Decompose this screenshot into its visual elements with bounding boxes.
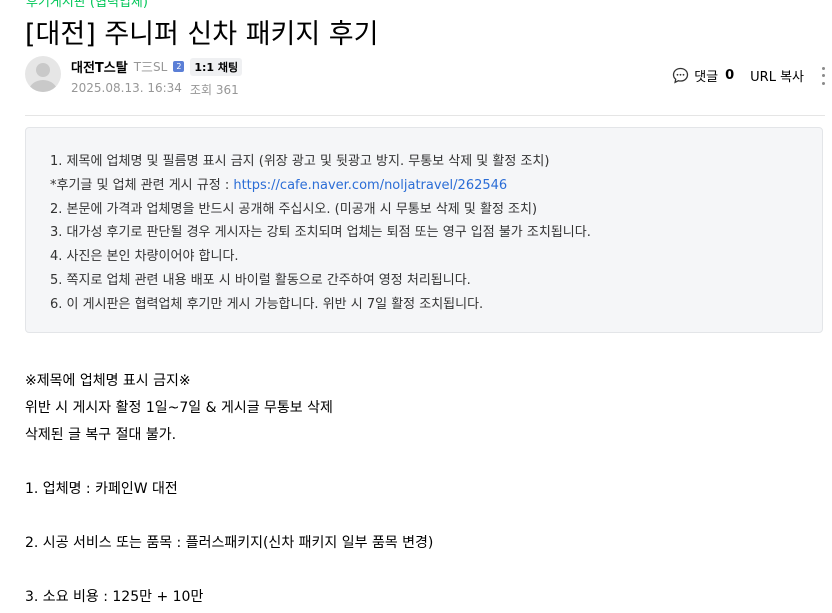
warning-title: ※제목에 업체명 표시 금지※ xyxy=(25,373,191,389)
notice-line: 3. 대가성 후기로 판단될 경우 게시자는 강퇴 조치되며 업체는 퇴점 또는… xyxy=(50,225,591,240)
notice-line: 5. 쪽지로 업체 관련 내용 배포 시 바이럴 활동으로 간주하여 영정 처리… xyxy=(50,273,471,288)
comment-icon xyxy=(673,67,689,84)
body-item-cost: 3. 소요 비용 : 125만 + 10만 xyxy=(25,589,204,605)
post-actions: 댓글 0 URL 복사 xyxy=(672,66,832,85)
comment-count: 0 xyxy=(725,68,735,83)
notice-line: 6. 이 게시판은 협력업체 후기만 게시 가능합니다. 위반 시 7일 활정 … xyxy=(50,297,484,312)
post-date: 2025.08.13. 16:34 xyxy=(71,81,182,95)
view-count: 조회 361 xyxy=(189,83,239,97)
url-copy-button[interactable]: URL 복사 xyxy=(750,66,804,85)
grade-badge-icon: 2 xyxy=(173,61,185,72)
warning-text: 삭제된 글 복구 절대 불가. xyxy=(25,427,177,443)
chat-button[interactable]: 1:1 채팅 xyxy=(190,57,243,76)
author-nickname[interactable]: 대전T스탈 xyxy=(71,57,128,76)
notice-box: 1. 제목에 업체명 및 필름명 표시 금지 (위장 광고 및 뒷광고 방지. … xyxy=(25,127,823,333)
warning-text: 위반 시 게시자 활정 1일~7일 & 게시글 무통보 삭제 xyxy=(25,400,333,416)
avatar[interactable] xyxy=(25,56,61,92)
author-info: 대전T스탈 T三SL 2 1:1 채팅 xyxy=(71,57,243,76)
notice-line-link-row: *후기글 및 업체 관련 게시 규정 : https://cafe.naver.… xyxy=(50,174,507,193)
member-grade: T三SL xyxy=(133,60,168,74)
more-options-icon[interactable] xyxy=(818,66,832,85)
board-link[interactable]: 후기게시판 (협력업체) xyxy=(26,0,148,10)
notice-line: 2. 본문에 가격과 업체명을 반드시 공개해 주십시오. (미공개 시 무통보… xyxy=(50,202,538,217)
post-title: [대전] 주니퍼 신차 패키지 후기 xyxy=(25,19,379,50)
notice-link-prefix: *후기글 및 업체 관련 게시 규정 : xyxy=(50,178,234,193)
notice-line: 1. 제목에 업체명 및 필름명 표시 금지 (위장 광고 및 뒷광고 방지. … xyxy=(50,154,550,169)
notice-line: 4. 사진은 본인 차량이어야 합니다. xyxy=(50,249,239,264)
body-item-service: 2. 시공 서비스 또는 품목 : 플러스패키지(신차 패키지 일부 품목 변경… xyxy=(25,535,434,551)
comment-button[interactable]: 댓글 0 xyxy=(672,66,734,85)
post-meta: 2025.08.13. 16:34 조회 361 xyxy=(71,81,239,98)
comment-label: 댓글 xyxy=(694,70,719,85)
rules-link[interactable]: https://cafe.naver.com/noljatravel/26254… xyxy=(233,178,507,193)
body-item-company: 1. 업체명 : 카페인W 대전 xyxy=(25,481,178,497)
header-divider xyxy=(25,115,825,116)
